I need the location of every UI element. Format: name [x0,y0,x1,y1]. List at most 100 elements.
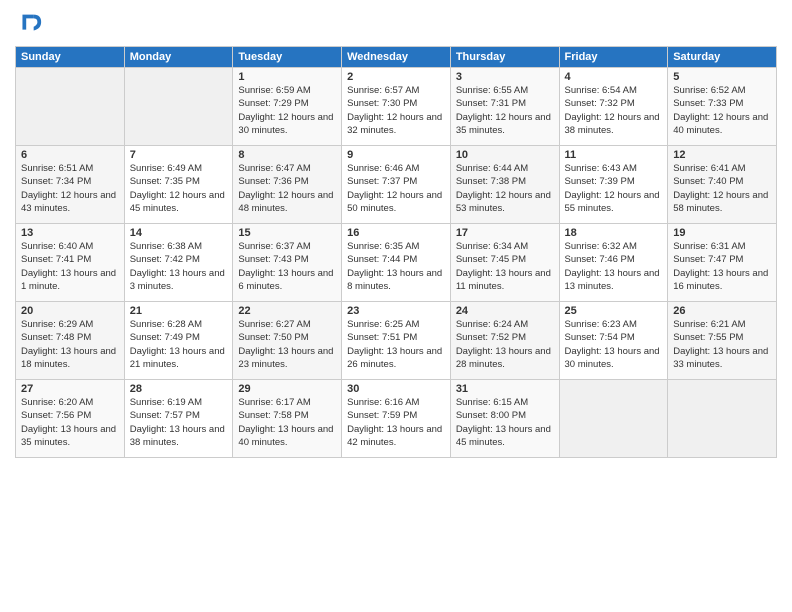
col-header-friday: Friday [559,47,668,68]
day-cell: 21Sunrise: 6:28 AMSunset: 7:49 PMDayligh… [124,302,233,380]
day-cell: 26Sunrise: 6:21 AMSunset: 7:55 PMDayligh… [668,302,777,380]
day-info: Sunrise: 6:40 AMSunset: 7:41 PMDaylight:… [21,240,119,293]
day-cell: 24Sunrise: 6:24 AMSunset: 7:52 PMDayligh… [450,302,559,380]
day-info: Sunrise: 6:43 AMSunset: 7:39 PMDaylight:… [565,162,663,215]
day-info: Sunrise: 6:59 AMSunset: 7:29 PMDaylight:… [238,84,336,137]
header-row: SundayMondayTuesdayWednesdayThursdayFrid… [16,47,777,68]
logo-icon [15,10,43,38]
day-cell: 7Sunrise: 6:49 AMSunset: 7:35 PMDaylight… [124,146,233,224]
week-row-2: 6Sunrise: 6:51 AMSunset: 7:34 PMDaylight… [16,146,777,224]
day-cell: 22Sunrise: 6:27 AMSunset: 7:50 PMDayligh… [233,302,342,380]
day-info: Sunrise: 6:46 AMSunset: 7:37 PMDaylight:… [347,162,445,215]
day-cell: 15Sunrise: 6:37 AMSunset: 7:43 PMDayligh… [233,224,342,302]
day-number: 16 [347,227,445,239]
day-cell: 9Sunrise: 6:46 AMSunset: 7:37 PMDaylight… [342,146,451,224]
week-row-4: 20Sunrise: 6:29 AMSunset: 7:48 PMDayligh… [16,302,777,380]
day-number: 2 [347,71,445,83]
day-info: Sunrise: 6:35 AMSunset: 7:44 PMDaylight:… [347,240,445,293]
day-number: 7 [130,149,228,161]
day-info: Sunrise: 6:15 AMSunset: 8:00 PMDaylight:… [456,396,554,449]
day-cell: 19Sunrise: 6:31 AMSunset: 7:47 PMDayligh… [668,224,777,302]
day-number: 14 [130,227,228,239]
page: SundayMondayTuesdayWednesdayThursdayFrid… [0,0,792,612]
day-number: 30 [347,383,445,395]
day-cell: 20Sunrise: 6:29 AMSunset: 7:48 PMDayligh… [16,302,125,380]
day-cell: 17Sunrise: 6:34 AMSunset: 7:45 PMDayligh… [450,224,559,302]
day-info: Sunrise: 6:31 AMSunset: 7:47 PMDaylight:… [673,240,771,293]
day-cell: 10Sunrise: 6:44 AMSunset: 7:38 PMDayligh… [450,146,559,224]
day-number: 8 [238,149,336,161]
day-info: Sunrise: 6:34 AMSunset: 7:45 PMDaylight:… [456,240,554,293]
day-number: 23 [347,305,445,317]
col-header-saturday: Saturday [668,47,777,68]
logo [15,10,47,38]
day-number: 3 [456,71,554,83]
day-number: 9 [347,149,445,161]
day-cell: 25Sunrise: 6:23 AMSunset: 7:54 PMDayligh… [559,302,668,380]
day-info: Sunrise: 6:47 AMSunset: 7:36 PMDaylight:… [238,162,336,215]
day-info: Sunrise: 6:52 AMSunset: 7:33 PMDaylight:… [673,84,771,137]
day-cell: 13Sunrise: 6:40 AMSunset: 7:41 PMDayligh… [16,224,125,302]
day-info: Sunrise: 6:37 AMSunset: 7:43 PMDaylight:… [238,240,336,293]
day-info: Sunrise: 6:21 AMSunset: 7:55 PMDaylight:… [673,318,771,371]
day-number: 29 [238,383,336,395]
day-number: 4 [565,71,663,83]
day-info: Sunrise: 6:24 AMSunset: 7:52 PMDaylight:… [456,318,554,371]
day-cell: 3Sunrise: 6:55 AMSunset: 7:31 PMDaylight… [450,68,559,146]
day-info: Sunrise: 6:54 AMSunset: 7:32 PMDaylight:… [565,84,663,137]
day-cell: 31Sunrise: 6:15 AMSunset: 8:00 PMDayligh… [450,380,559,458]
week-row-3: 13Sunrise: 6:40 AMSunset: 7:41 PMDayligh… [16,224,777,302]
day-cell: 4Sunrise: 6:54 AMSunset: 7:32 PMDaylight… [559,68,668,146]
day-number: 19 [673,227,771,239]
day-cell [668,380,777,458]
day-info: Sunrise: 6:51 AMSunset: 7:34 PMDaylight:… [21,162,119,215]
day-number: 15 [238,227,336,239]
day-number: 5 [673,71,771,83]
day-number: 22 [238,305,336,317]
day-info: Sunrise: 6:23 AMSunset: 7:54 PMDaylight:… [565,318,663,371]
day-cell: 5Sunrise: 6:52 AMSunset: 7:33 PMDaylight… [668,68,777,146]
day-number: 6 [21,149,119,161]
day-info: Sunrise: 6:28 AMSunset: 7:49 PMDaylight:… [130,318,228,371]
day-number: 24 [456,305,554,317]
day-cell [16,68,125,146]
day-info: Sunrise: 6:20 AMSunset: 7:56 PMDaylight:… [21,396,119,449]
col-header-thursday: Thursday [450,47,559,68]
day-info: Sunrise: 6:49 AMSunset: 7:35 PMDaylight:… [130,162,228,215]
day-cell: 1Sunrise: 6:59 AMSunset: 7:29 PMDaylight… [233,68,342,146]
day-info: Sunrise: 6:57 AMSunset: 7:30 PMDaylight:… [347,84,445,137]
day-cell [124,68,233,146]
day-info: Sunrise: 6:25 AMSunset: 7:51 PMDaylight:… [347,318,445,371]
day-number: 18 [565,227,663,239]
day-info: Sunrise: 6:29 AMSunset: 7:48 PMDaylight:… [21,318,119,371]
day-info: Sunrise: 6:38 AMSunset: 7:42 PMDaylight:… [130,240,228,293]
day-number: 27 [21,383,119,395]
day-cell: 2Sunrise: 6:57 AMSunset: 7:30 PMDaylight… [342,68,451,146]
day-cell: 11Sunrise: 6:43 AMSunset: 7:39 PMDayligh… [559,146,668,224]
day-number: 1 [238,71,336,83]
day-cell: 12Sunrise: 6:41 AMSunset: 7:40 PMDayligh… [668,146,777,224]
day-cell: 30Sunrise: 6:16 AMSunset: 7:59 PMDayligh… [342,380,451,458]
day-info: Sunrise: 6:19 AMSunset: 7:57 PMDaylight:… [130,396,228,449]
day-info: Sunrise: 6:41 AMSunset: 7:40 PMDaylight:… [673,162,771,215]
day-cell: 6Sunrise: 6:51 AMSunset: 7:34 PMDaylight… [16,146,125,224]
day-info: Sunrise: 6:16 AMSunset: 7:59 PMDaylight:… [347,396,445,449]
day-cell: 14Sunrise: 6:38 AMSunset: 7:42 PMDayligh… [124,224,233,302]
day-info: Sunrise: 6:44 AMSunset: 7:38 PMDaylight:… [456,162,554,215]
day-cell: 8Sunrise: 6:47 AMSunset: 7:36 PMDaylight… [233,146,342,224]
day-number: 25 [565,305,663,317]
col-header-wednesday: Wednesday [342,47,451,68]
week-row-1: 1Sunrise: 6:59 AMSunset: 7:29 PMDaylight… [16,68,777,146]
col-header-sunday: Sunday [16,47,125,68]
day-number: 13 [21,227,119,239]
day-info: Sunrise: 6:32 AMSunset: 7:46 PMDaylight:… [565,240,663,293]
day-cell: 16Sunrise: 6:35 AMSunset: 7:44 PMDayligh… [342,224,451,302]
day-info: Sunrise: 6:27 AMSunset: 7:50 PMDaylight:… [238,318,336,371]
day-cell [559,380,668,458]
col-header-tuesday: Tuesday [233,47,342,68]
day-number: 12 [673,149,771,161]
header [15,10,777,38]
day-number: 21 [130,305,228,317]
day-number: 28 [130,383,228,395]
day-info: Sunrise: 6:17 AMSunset: 7:58 PMDaylight:… [238,396,336,449]
